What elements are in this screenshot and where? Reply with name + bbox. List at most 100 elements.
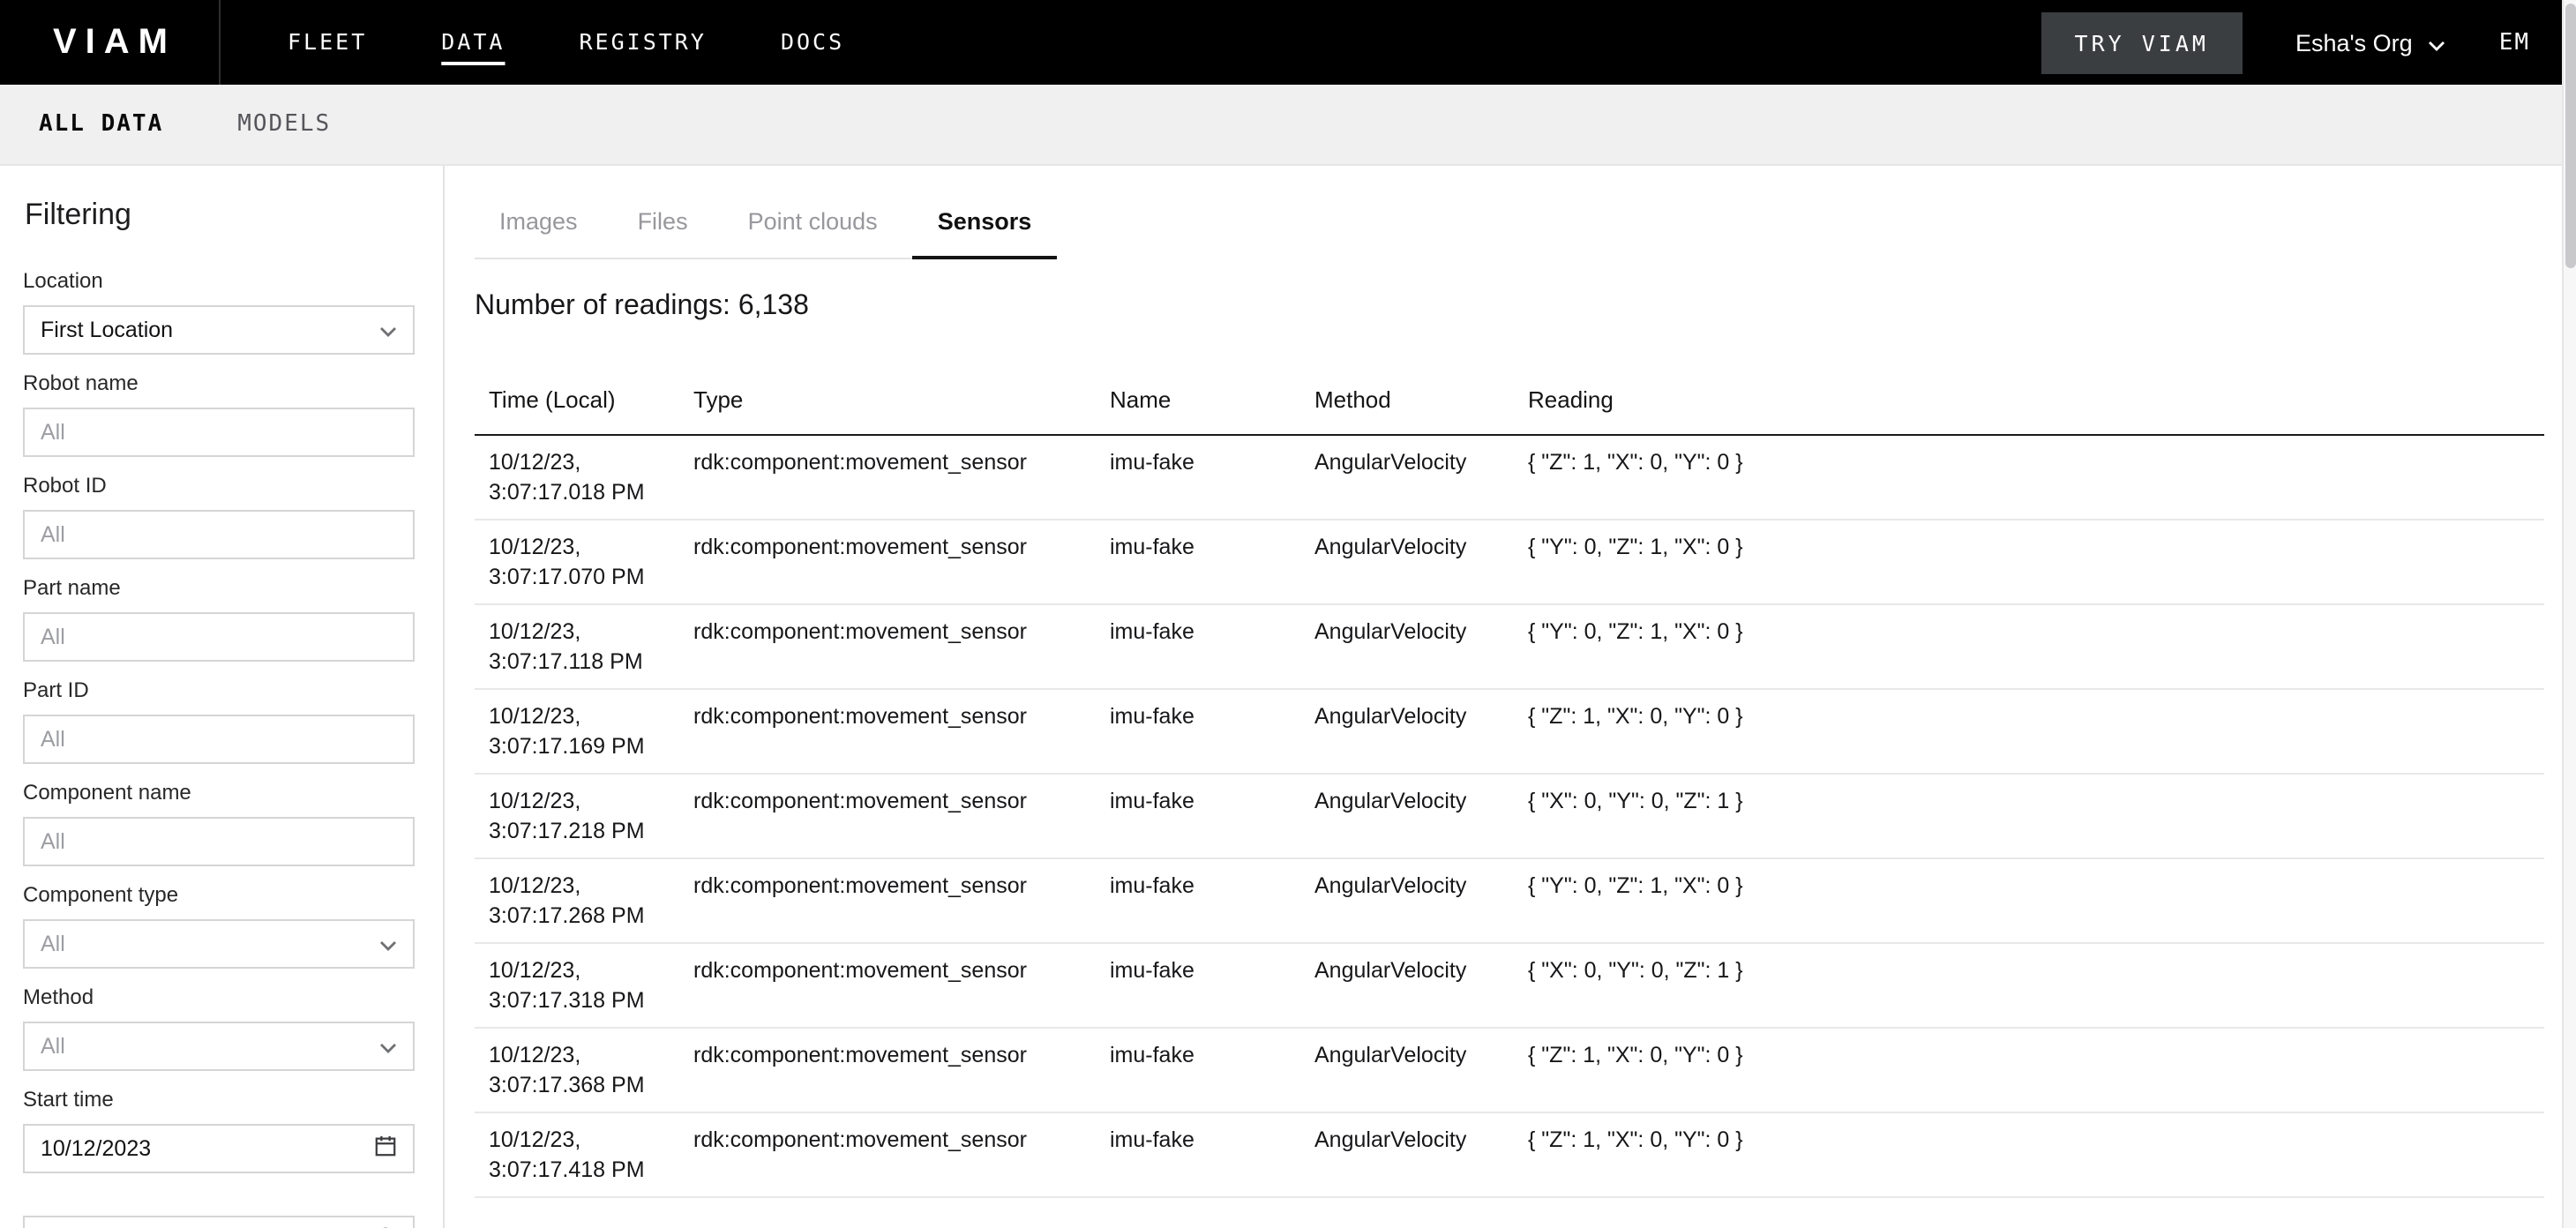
data-main-panel: Images Files Point clouds Sensors Number… [445, 166, 2576, 1228]
part-id-input[interactable] [23, 715, 415, 764]
component-name-input[interactable] [23, 817, 415, 866]
cell-time: 10/12/23,3:07:17.218 PM [475, 774, 679, 858]
filter-component-type: Component type All [23, 882, 415, 969]
table-row: 10/12/23,3:07:17.418 PM rdk:component:mo… [475, 1112, 2544, 1197]
filter-robot-name: Robot name [23, 371, 415, 457]
table-row: 10/12/23,3:07:17.169 PM rdk:component:mo… [475, 689, 2544, 774]
cell-name: imu-fake [1096, 858, 1300, 943]
cell-type: rdk:component:movement_sensor [679, 943, 1096, 1028]
tab-all-data[interactable]: ALL DATA [39, 111, 163, 138]
cell-time: 10/12/23,3:07:17.018 PM [475, 435, 679, 520]
readings-count: Number of readings: 6,138 [475, 291, 2544, 323]
org-name: Esha's Org [2295, 29, 2413, 56]
robot-id-input[interactable] [23, 510, 415, 559]
cell-reading: { "Z": 1, "X": 0, "Y": 0 } [1514, 1112, 2544, 1197]
cell-type: rdk:component:movement_sensor [679, 1112, 1096, 1197]
vertical-scrollbar[interactable] [2562, 0, 2576, 1228]
table-header-row: Time (Local) Type Name Method Reading [475, 376, 2544, 435]
cell-method: AngularVelocity [1300, 520, 1514, 604]
page-content: Filtering Location First Location Robot … [0, 166, 2576, 1228]
filter-label: Part name [23, 575, 415, 602]
sensor-readings-table: Time (Local) Type Name Method Reading 10… [475, 376, 2544, 1198]
filter-label: Location [23, 268, 415, 295]
part-name-input[interactable] [23, 612, 415, 662]
cell-type: rdk:component:movement_sensor [679, 858, 1096, 943]
cell-time: 10/12/23,3:07:17.368 PM [475, 1028, 679, 1112]
tab-models[interactable]: MODELS [237, 111, 331, 138]
cell-type: rdk:component:movement_sensor [679, 1028, 1096, 1112]
cell-method: AngularVelocity [1300, 689, 1514, 774]
nav-link-fleet[interactable]: FLEET [288, 0, 367, 85]
cell-reading: { "Y": 0, "Z": 1, "X": 0 } [1514, 858, 2544, 943]
start-time-input[interactable]: 03:07:00 PM [23, 1216, 415, 1228]
scrollbar-thumb[interactable] [2565, 4, 2576, 268]
column-header-reading: Reading [1514, 376, 2544, 435]
filter-label: Robot ID [23, 473, 415, 499]
tab-images[interactable]: Images [475, 208, 603, 259]
filter-label: Component name [23, 780, 415, 806]
org-selector[interactable]: Esha's Org [2295, 29, 2446, 56]
table-row: 10/12/23,3:07:17.070 PM rdk:component:mo… [475, 520, 2544, 604]
cell-type: rdk:component:movement_sensor [679, 520, 1096, 604]
component-type-select[interactable]: All [23, 919, 415, 969]
filter-part-name: Part name [23, 575, 415, 662]
cell-method: AngularVelocity [1300, 435, 1514, 520]
table-row: 10/12/23,3:07:17.118 PM rdk:component:mo… [475, 604, 2544, 689]
table-row: 10/12/23,3:07:17.218 PM rdk:component:mo… [475, 774, 2544, 858]
tab-point-clouds[interactable]: Point clouds [723, 208, 902, 259]
column-header-name: Name [1096, 376, 1300, 435]
start-date-input[interactable]: 10/12/2023 [23, 1124, 415, 1173]
viam-logo[interactable]: VIAM [53, 22, 176, 63]
cell-time: 10/12/23,3:07:17.118 PM [475, 604, 679, 689]
cell-time: 10/12/23,3:07:17.418 PM [475, 1112, 679, 1197]
nav-link-registry[interactable]: REGISTRY [580, 0, 707, 85]
filter-start-time: Start time 10/12/2023 03:07:00 PM [23, 1087, 415, 1228]
tab-files[interactable]: Files [613, 208, 713, 259]
filter-component-name: Component name [23, 780, 415, 866]
method-select[interactable]: All [23, 1022, 415, 1071]
user-avatar[interactable]: EM [2499, 29, 2530, 56]
filter-label: Robot name [23, 371, 415, 397]
navbar-divider [219, 0, 221, 85]
viam-app: VIAM FLEET DATA REGISTRY DOCS TRY VIAM E… [0, 0, 2576, 1228]
cell-type: rdk:component:movement_sensor [679, 435, 1096, 520]
cell-reading: { "Y": 0, "Z": 1, "X": 0 } [1514, 604, 2544, 689]
cell-name: imu-fake [1096, 774, 1300, 858]
column-header-time: Time (Local) [475, 376, 679, 435]
filter-label: Method [23, 985, 415, 1011]
component-type-select-value: All [41, 932, 65, 956]
cell-time: 10/12/23,3:07:17.070 PM [475, 520, 679, 604]
cell-method: AngularVelocity [1300, 1112, 1514, 1197]
cell-time: 10/12/23,3:07:17.318 PM [475, 943, 679, 1028]
table-row: 10/12/23,3:07:17.318 PM rdk:component:mo… [475, 943, 2544, 1028]
table-row: 10/12/23,3:07:17.368 PM rdk:component:mo… [475, 1028, 2544, 1112]
filter-label: Start time [23, 1087, 415, 1113]
cell-name: imu-fake [1096, 943, 1300, 1028]
cell-name: imu-fake [1096, 689, 1300, 774]
nav-link-data[interactable]: DATA [441, 0, 505, 85]
filtering-title: Filtering [25, 198, 415, 233]
filter-label: Component type [23, 882, 415, 909]
chevron-down-icon [379, 318, 397, 342]
cell-reading: { "X": 0, "Y": 0, "Z": 1 } [1514, 943, 2544, 1028]
cell-type: rdk:component:movement_sensor [679, 604, 1096, 689]
table-row: 10/12/23,3:07:17.018 PM rdk:component:mo… [475, 435, 2544, 520]
robot-name-input[interactable] [23, 408, 415, 457]
cell-method: AngularVelocity [1300, 858, 1514, 943]
location-select[interactable]: First Location [23, 305, 415, 355]
cell-name: imu-fake [1096, 604, 1300, 689]
tab-sensors[interactable]: Sensors [913, 208, 1057, 259]
cell-name: imu-fake [1096, 1112, 1300, 1197]
nav-link-docs[interactable]: DOCS [781, 0, 844, 85]
cell-method: AngularVelocity [1300, 604, 1514, 689]
cell-type: rdk:component:movement_sensor [679, 774, 1096, 858]
cell-name: imu-fake [1096, 1028, 1300, 1112]
location-select-value: First Location [41, 318, 173, 342]
top-navbar: VIAM FLEET DATA REGISTRY DOCS TRY VIAM E… [0, 0, 2576, 85]
top-nav-links: FLEET DATA REGISTRY DOCS [288, 0, 844, 85]
cell-reading: { "Z": 1, "X": 0, "Y": 0 } [1514, 1028, 2544, 1112]
column-header-method: Method [1300, 376, 1514, 435]
method-select-value: All [41, 1034, 65, 1059]
cell-name: imu-fake [1096, 520, 1300, 604]
try-viam-button[interactable]: TRY VIAM [2041, 11, 2243, 73]
